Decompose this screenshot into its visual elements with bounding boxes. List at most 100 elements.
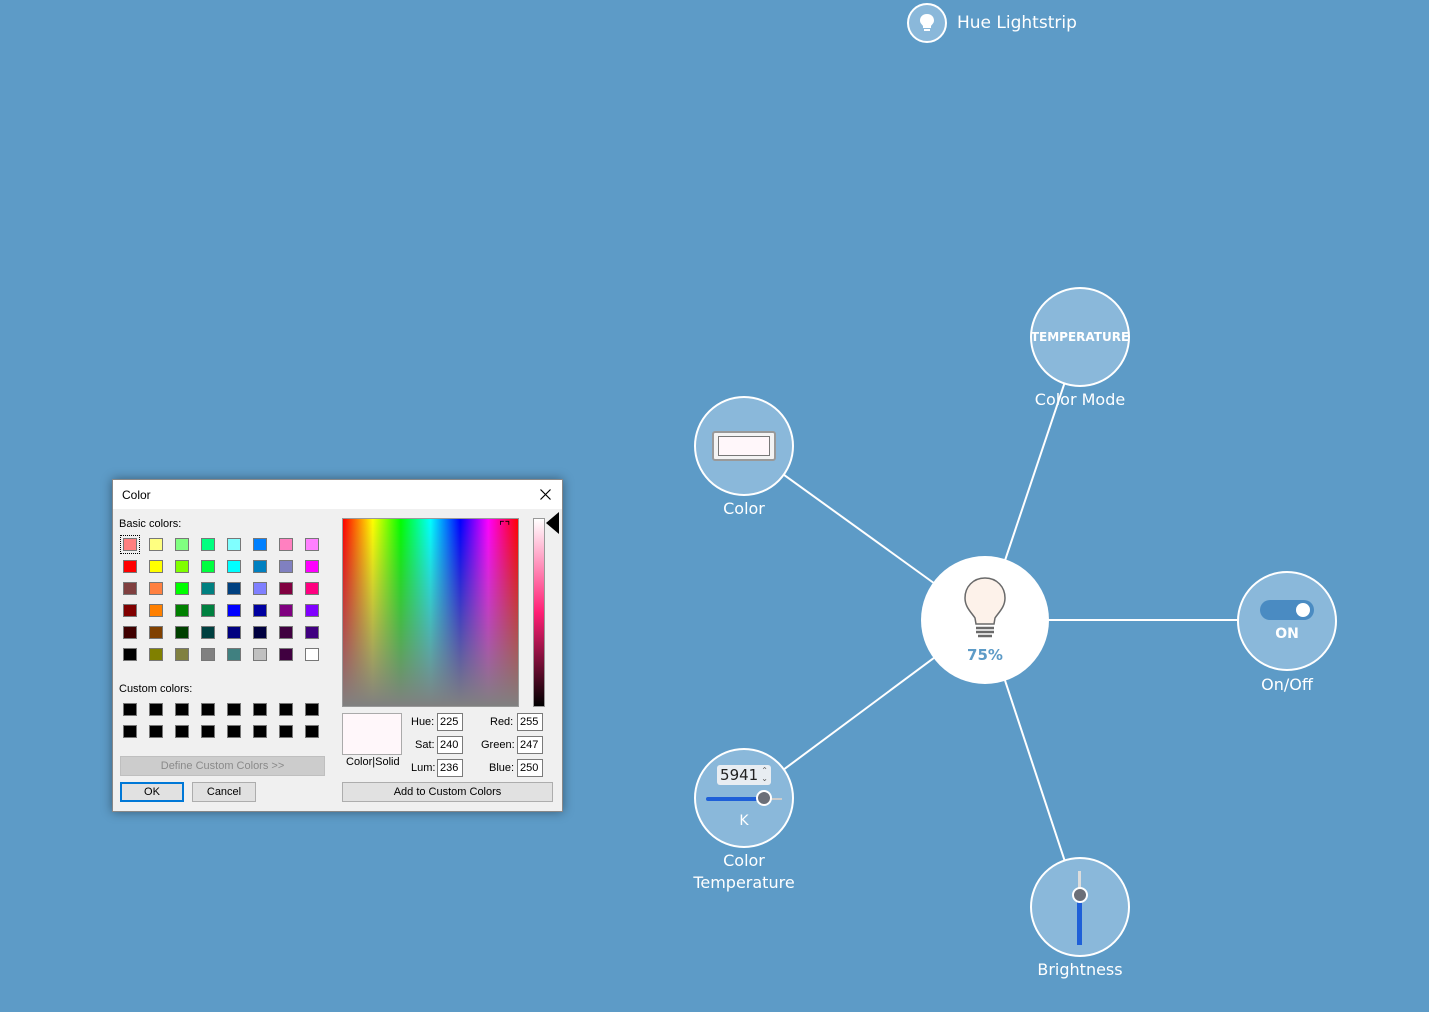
blue-input[interactable]: 250 bbox=[517, 759, 543, 777]
color-mode-node[interactable]: TEMPERATURE bbox=[1030, 287, 1130, 387]
temperature-unit: K bbox=[739, 813, 749, 829]
basic-color-swatch[interactable] bbox=[175, 560, 189, 573]
color-temperature-node[interactable]: 5941 ⌃ ⌄ K bbox=[694, 748, 794, 848]
basic-color-swatch[interactable] bbox=[175, 604, 189, 617]
basic-color-swatch[interactable] bbox=[201, 582, 215, 595]
bulb-icon[interactable] bbox=[907, 3, 947, 43]
basic-color-swatch[interactable] bbox=[201, 626, 215, 639]
basic-color-swatch[interactable] bbox=[305, 560, 319, 573]
temperature-spinner[interactable]: 5941 ⌃ ⌄ bbox=[717, 765, 771, 785]
custom-color-swatch[interactable] bbox=[123, 725, 137, 738]
custom-color-swatch[interactable] bbox=[201, 725, 215, 738]
basic-color-swatch[interactable] bbox=[120, 535, 140, 554]
basic-color-swatch[interactable] bbox=[149, 604, 163, 617]
color-preview bbox=[342, 713, 402, 755]
basic-color-swatch[interactable] bbox=[279, 626, 293, 639]
sat-input[interactable]: 240 bbox=[437, 736, 463, 754]
temperature-slider-thumb[interactable] bbox=[756, 790, 772, 806]
basic-color-swatch[interactable] bbox=[149, 538, 163, 551]
custom-color-swatch[interactable] bbox=[305, 725, 319, 738]
custom-color-swatch[interactable] bbox=[175, 725, 189, 738]
color-node[interactable] bbox=[694, 396, 794, 496]
basic-color-swatch[interactable] bbox=[175, 648, 189, 661]
basic-color-swatch[interactable] bbox=[227, 582, 241, 595]
basic-color-swatch[interactable] bbox=[201, 538, 215, 551]
basic-color-swatch[interactable] bbox=[305, 626, 319, 639]
basic-color-swatch[interactable] bbox=[227, 538, 241, 551]
basic-color-swatch[interactable] bbox=[227, 560, 241, 573]
basic-color-swatch[interactable] bbox=[175, 538, 189, 551]
brightness-slider[interactable] bbox=[1070, 867, 1090, 947]
luminosity-arrow-icon[interactable] bbox=[546, 512, 559, 534]
basic-color-swatch[interactable] bbox=[201, 648, 215, 661]
basic-color-swatch[interactable] bbox=[253, 538, 267, 551]
ok-button[interactable]: OK bbox=[120, 782, 184, 802]
basic-color-swatch[interactable] bbox=[227, 626, 241, 639]
basic-color-swatch[interactable] bbox=[253, 560, 267, 573]
brightness-slider-thumb[interactable] bbox=[1072, 887, 1088, 903]
custom-color-swatch[interactable] bbox=[305, 703, 319, 716]
basic-color-swatch[interactable] bbox=[149, 560, 163, 573]
basic-color-swatch[interactable] bbox=[175, 626, 189, 639]
custom-color-swatch[interactable] bbox=[253, 725, 267, 738]
custom-color-swatch[interactable] bbox=[279, 725, 293, 738]
custom-color-swatch[interactable] bbox=[175, 703, 189, 716]
color-temperature-label-line1: Color bbox=[723, 851, 765, 870]
green-input[interactable]: 247 bbox=[517, 736, 543, 754]
basic-color-swatch[interactable] bbox=[149, 648, 163, 661]
brightness-node[interactable] bbox=[1030, 857, 1130, 957]
luminosity-bar[interactable] bbox=[533, 518, 545, 707]
basic-color-swatch[interactable] bbox=[201, 604, 215, 617]
basic-color-swatch[interactable] bbox=[123, 582, 137, 595]
basic-color-swatch[interactable] bbox=[279, 648, 293, 661]
define-custom-colors-button[interactable]: Define Custom Colors >> bbox=[120, 756, 325, 776]
cancel-button[interactable]: Cancel bbox=[192, 782, 256, 802]
blue-label: Blue: bbox=[489, 762, 515, 774]
basic-color-swatch[interactable] bbox=[253, 604, 267, 617]
custom-color-swatch[interactable] bbox=[123, 703, 137, 716]
custom-color-swatch[interactable] bbox=[149, 703, 163, 716]
custom-color-swatch[interactable] bbox=[279, 703, 293, 716]
color-spectrum[interactable]: ⌜⌝ bbox=[342, 518, 519, 707]
basic-color-swatch[interactable] bbox=[279, 538, 293, 551]
lightbulb-icon bbox=[964, 577, 1006, 638]
device-header: Hue Lightstrip bbox=[907, 2, 1077, 44]
lum-input[interactable]: 236 bbox=[437, 759, 463, 777]
bulb-status-node[interactable]: 75% bbox=[921, 556, 1049, 684]
basic-color-swatch[interactable] bbox=[279, 560, 293, 573]
add-to-custom-colors-button[interactable]: Add to Custom Colors bbox=[342, 782, 553, 802]
basic-color-swatch[interactable] bbox=[227, 648, 241, 661]
basic-color-swatch[interactable] bbox=[227, 604, 241, 617]
basic-color-swatch[interactable] bbox=[253, 648, 267, 661]
basic-color-swatch[interactable] bbox=[201, 560, 215, 573]
basic-color-swatch[interactable] bbox=[305, 582, 319, 595]
power-toggle[interactable] bbox=[1260, 600, 1314, 620]
custom-color-swatch[interactable] bbox=[227, 703, 241, 716]
color-swatch bbox=[712, 431, 776, 461]
custom-color-swatch[interactable] bbox=[201, 703, 215, 716]
close-icon[interactable] bbox=[536, 485, 554, 503]
basic-color-swatch[interactable] bbox=[253, 626, 267, 639]
basic-color-swatch[interactable] bbox=[123, 648, 137, 661]
basic-color-swatch[interactable] bbox=[175, 582, 189, 595]
custom-color-swatch[interactable] bbox=[227, 725, 241, 738]
basic-color-swatch[interactable] bbox=[279, 604, 293, 617]
basic-color-swatch[interactable] bbox=[305, 538, 319, 551]
basic-color-swatch[interactable] bbox=[149, 626, 163, 639]
basic-color-swatch[interactable] bbox=[279, 582, 293, 595]
basic-color-swatch[interactable] bbox=[305, 604, 319, 617]
custom-color-swatch[interactable] bbox=[149, 725, 163, 738]
spinner-arrows-icon[interactable]: ⌃ ⌄ bbox=[761, 767, 768, 783]
basic-color-swatch[interactable] bbox=[123, 604, 137, 617]
onoff-node[interactable]: ON bbox=[1237, 571, 1337, 671]
custom-color-swatch[interactable] bbox=[253, 703, 267, 716]
basic-colors-label: Basic colors: bbox=[119, 518, 182, 530]
basic-color-swatch[interactable] bbox=[123, 626, 137, 639]
basic-color-swatch[interactable] bbox=[253, 582, 267, 595]
basic-color-swatch[interactable] bbox=[123, 560, 137, 573]
temperature-slider[interactable] bbox=[704, 790, 784, 807]
hue-input[interactable]: 225 bbox=[437, 713, 463, 731]
basic-color-swatch[interactable] bbox=[149, 582, 163, 595]
basic-color-swatch[interactable] bbox=[305, 648, 319, 661]
red-input[interactable]: 255 bbox=[517, 713, 543, 731]
